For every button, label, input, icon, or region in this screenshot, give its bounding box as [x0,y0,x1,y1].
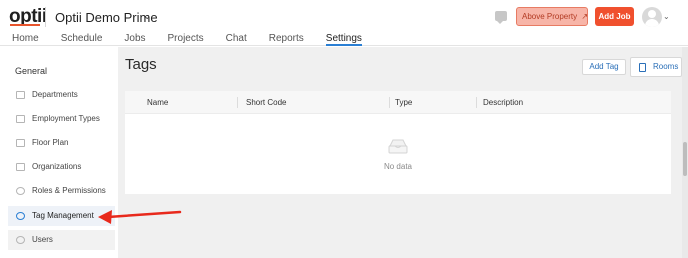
main-nav: Home Schedule Jobs Projects Chat Reports… [12,33,384,46]
sidebar-item-organizations[interactable]: Organizations [8,157,115,177]
column-header-description[interactable]: Description [483,91,523,114]
nav-home[interactable]: Home [12,33,39,46]
users-icon [16,236,25,244]
sidebar-heading: General [15,66,48,76]
nav-jobs[interactable]: Jobs [124,33,145,46]
column-divider [389,97,390,108]
sidebar-item-roles-permissions[interactable]: Roles & Permissions [8,181,115,201]
column-divider [476,97,477,108]
nav-settings[interactable]: Settings [325,33,362,46]
chevron-down-icon[interactable]: ⌄ [143,11,151,22]
nav-chat[interactable]: Chat [226,33,247,46]
id-card-icon [16,115,25,123]
main-content: Tags Add Tag Rooms Name Short Code Type … [118,47,682,258]
column-divider [237,97,238,108]
above-property-button[interactable]: Above Property ↗ [516,7,588,26]
logo-underline [10,24,40,26]
door-icon [639,63,646,72]
rooms-button[interactable]: Rooms [630,57,682,77]
column-header-type[interactable]: Type [395,91,412,114]
sidebar-item-tag-management[interactable]: Tag Management [8,206,115,226]
above-property-label: Above Property [522,12,578,21]
external-link-icon: ↗ [581,12,589,21]
empty-state-text: No data [383,162,413,171]
sidebar-item-label: Tag Management [32,211,94,220]
add-tag-button[interactable]: Add Tag [582,59,626,75]
chat-bubble-icon[interactable] [495,11,507,24]
sidebar-item-label: Roles & Permissions [32,186,106,195]
nav-reports[interactable]: Reports [269,33,304,46]
sidebar-item-users[interactable]: Users [8,230,115,250]
top-header: optii Optii Demo Prime ⌄ Home Schedule J… [0,0,688,46]
empty-inbox-icon [388,139,408,154]
column-header-name[interactable]: Name [147,91,168,114]
sidebar-item-label: Departments [32,90,78,99]
tags-table: Name Short Code Type Description No data [125,91,671,194]
avatar[interactable] [642,7,662,27]
table-header: Name Short Code Type Description [125,91,671,114]
chevron-down-icon[interactable]: ⌄ [663,12,670,21]
sidebar-item-label: Floor Plan [32,138,69,147]
column-header-short-code[interactable]: Short Code [246,91,286,114]
add-job-button[interactable]: Add Job [595,7,634,26]
header-divider [45,7,46,27]
sidebar-item-departments[interactable]: Departments [8,85,115,105]
grid-icon [16,91,25,99]
organization-icon [16,163,25,171]
sidebar-item-floor-plan[interactable]: Floor Plan [8,133,115,153]
nav-projects[interactable]: Projects [168,33,204,46]
rooms-button-label: Rooms [653,62,679,71]
sidebar-item-label: Employment Types [32,114,100,123]
nav-schedule[interactable]: Schedule [61,33,103,46]
sidebar-item-label: Users [32,235,53,244]
scrollbar-thumb[interactable] [683,142,687,176]
settings-sidebar: General Departments Employment Types Flo… [0,47,118,258]
tag-icon [16,212,25,220]
floor-plan-icon [16,139,25,147]
sidebar-item-label: Organizations [32,162,82,171]
sidebar-item-employment-types[interactable]: Employment Types [8,109,115,129]
key-icon [16,187,25,195]
scrollbar[interactable] [682,47,688,258]
page-title: Tags [125,56,157,73]
